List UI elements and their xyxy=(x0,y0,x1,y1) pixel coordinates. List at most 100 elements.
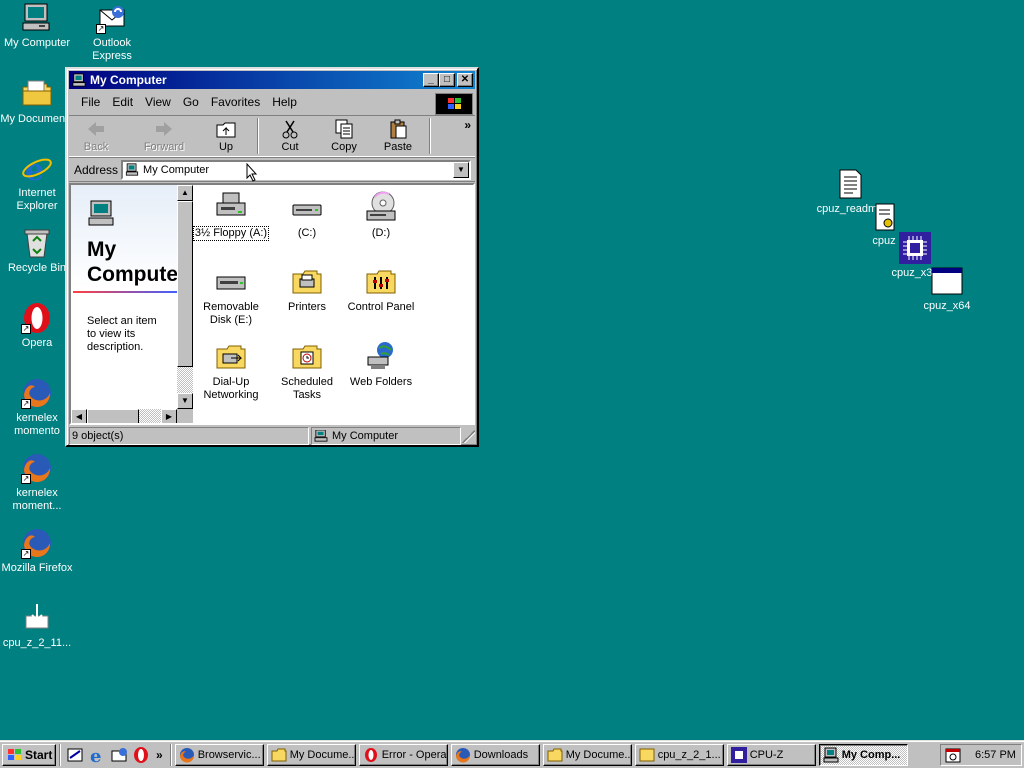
taskbar-button-my-computer[interactable]: My Comp... xyxy=(818,743,908,766)
paste-button[interactable]: Paste xyxy=(371,116,425,156)
horizontal-scrollbar[interactable]: ◀ ▶ xyxy=(71,409,177,423)
cut-label: Cut xyxy=(281,141,299,153)
opera-icon[interactable] xyxy=(132,746,150,764)
item-label: Printers xyxy=(288,301,326,313)
desktop-icon-recycle-bin[interactable]: Recycle Bin xyxy=(0,227,74,275)
internet-explorer-icon[interactable]: e xyxy=(88,746,106,767)
item-label: Web Folders xyxy=(349,376,413,388)
menu-favorites[interactable]: Favorites xyxy=(205,95,266,109)
scroll-left-button[interactable]: ◀ xyxy=(71,409,87,423)
web-view-info-pane: My Computer Select an item to view its d… xyxy=(71,185,177,409)
item-removable-disk-e[interactable]: Removable Disk (E:) xyxy=(193,265,269,327)
desktop-icon-internet-explorer[interactable]: e Internet Explorer xyxy=(0,152,74,213)
desktop-icon-label: Recycle Bin xyxy=(7,262,67,274)
clock[interactable]: 6:57 PM xyxy=(975,749,1016,761)
maximize-button[interactable]: □ xyxy=(439,73,455,87)
resize-grip[interactable] xyxy=(461,427,475,443)
taskbar-button-browservic[interactable]: Browservic... xyxy=(174,743,264,766)
info-pane-description: Select an item to view its description. xyxy=(87,315,157,353)
shortcut-arrow-icon: ↗ xyxy=(21,324,31,334)
my-computer-icon xyxy=(21,2,53,34)
firefox-icon xyxy=(179,747,194,763)
desktop-icon-cpuz-x64[interactable]: cpuz_x64 xyxy=(910,265,984,313)
menu-help[interactable]: Help xyxy=(266,95,303,109)
taskbar-button-error-opera[interactable]: Error - Opera xyxy=(358,743,448,766)
desktop-icon-kernelex-momento[interactable]: ↗ kernelex momento xyxy=(0,377,74,438)
address-bar: Address My Computer ▼ xyxy=(69,158,475,182)
my-computer-icon xyxy=(823,747,839,762)
scroll-thumb[interactable] xyxy=(177,201,193,367)
address-field[interactable]: My Computer ▼ xyxy=(121,159,471,180)
menu-file[interactable]: File xyxy=(75,95,106,109)
desktop-icon-my-documents[interactable]: My Documents xyxy=(0,78,74,126)
close-button[interactable]: ✕ xyxy=(457,73,473,87)
system-tray: 6:57 PM xyxy=(940,744,1022,766)
removable-disk-icon xyxy=(215,265,247,297)
title-bar[interactable]: My Computer _ □ ✕ xyxy=(69,71,475,89)
toolbar-overflow-chevron[interactable]: » xyxy=(464,118,471,132)
start-button[interactable]: Start xyxy=(2,743,56,766)
task-label: My Comp... xyxy=(841,748,901,761)
installer-icon xyxy=(21,602,53,634)
desktop-icon-label: Mozilla Firefox xyxy=(1,562,73,574)
minimize-button[interactable]: _ xyxy=(423,73,439,87)
item-web-folders[interactable]: Web Folders xyxy=(343,340,419,389)
content-area: My Computer Select an item to view its d… xyxy=(69,183,475,425)
scheduler-tray-icon[interactable] xyxy=(945,747,961,763)
desktop-icon-label: Internet Explorer xyxy=(16,187,58,212)
menu-view[interactable]: View xyxy=(139,95,177,109)
desktop-icon-mozilla-firefox[interactable]: ↗ Mozilla Firefox xyxy=(0,527,74,575)
menu-go[interactable]: Go xyxy=(177,95,205,109)
scroll-right-button[interactable]: ▶ xyxy=(161,409,177,423)
outlook-express-icon: ↗ xyxy=(96,2,128,34)
taskbar-button-downloads[interactable]: Downloads xyxy=(450,743,540,766)
address-dropdown-button[interactable]: ▼ xyxy=(453,161,469,178)
item-scheduled-tasks[interactable]: Scheduled Tasks xyxy=(269,340,345,402)
scroll-up-button[interactable]: ▲ xyxy=(177,185,193,201)
folder-icon xyxy=(21,78,53,110)
info-pane-title: My Computer xyxy=(87,238,177,286)
desktop-icon-my-computer[interactable]: My Computer xyxy=(0,2,74,50)
menu-edit[interactable]: Edit xyxy=(106,95,139,109)
quick-launch-overflow-chevron[interactable]: » xyxy=(156,748,163,762)
item-floppy-a[interactable]: 3½ Floppy (A:) xyxy=(192,191,270,241)
up-button[interactable]: Up xyxy=(199,116,253,156)
task-label: CPU-Z xyxy=(749,748,784,761)
copy-button[interactable]: Copy xyxy=(317,116,371,156)
taskbar-button-my-documents[interactable]: My Docume... xyxy=(266,743,356,766)
text-document-icon xyxy=(834,168,866,200)
item-dial-up-networking[interactable]: Dial-Up Networking xyxy=(193,340,269,402)
item-label: Removable Disk (E:) xyxy=(203,301,259,326)
taskbar-button-cpu-z-folder[interactable]: cpu_z_2_1... xyxy=(634,743,724,766)
taskbar-button-cpu-z[interactable]: CPU-Z xyxy=(726,743,816,766)
desktop-icon-outlook-express[interactable]: ↗ Outlook Express xyxy=(75,2,149,63)
taskbar-separator xyxy=(169,743,172,766)
item-drive-d[interactable]: (D:) xyxy=(343,191,419,240)
taskbar-button-my-documents-2[interactable]: My Docume... xyxy=(542,743,632,766)
my-computer-icon xyxy=(72,73,86,87)
item-printers[interactable]: Printers xyxy=(269,265,345,314)
status-location: My Computer xyxy=(311,427,461,445)
toolbar-separator xyxy=(429,118,431,154)
show-desktop-icon[interactable] xyxy=(66,746,84,764)
paste-label: Paste xyxy=(383,141,413,153)
desktop-icon-cpu-z-installer[interactable]: cpu_z_2_11... xyxy=(0,602,74,650)
my-computer-window[interactable]: My Computer _ □ ✕ File Edit View Go Favo… xyxy=(65,67,479,447)
task-label: Browservic... xyxy=(197,748,261,761)
item-control-panel[interactable]: Control Panel xyxy=(343,265,419,314)
internet-explorer-icon: e xyxy=(21,152,53,188)
outlook-express-icon[interactable] xyxy=(110,746,128,764)
standard-toolbar: Back Forward Up Cut Copy Paste » xyxy=(69,115,475,157)
web-folders-icon xyxy=(365,340,397,372)
shortcut-arrow-icon: ↗ xyxy=(21,549,31,559)
firefox-icon: ↗ xyxy=(21,527,53,559)
vertical-scrollbar[interactable]: ▲ ▼ xyxy=(177,185,193,409)
desktop-icon-kernelex-moment[interactable]: ↗ kernelex moment... xyxy=(0,452,74,513)
desktop-icon-opera[interactable]: ↗ Opera xyxy=(0,302,74,350)
scroll-down-button[interactable]: ▼ xyxy=(177,393,193,409)
forward-button[interactable]: Forward xyxy=(137,116,191,156)
item-drive-c[interactable]: (C:) xyxy=(269,191,345,240)
cut-button[interactable]: Cut xyxy=(263,116,317,156)
scroll-thumb[interactable] xyxy=(87,409,139,423)
back-button[interactable]: Back xyxy=(69,116,123,156)
